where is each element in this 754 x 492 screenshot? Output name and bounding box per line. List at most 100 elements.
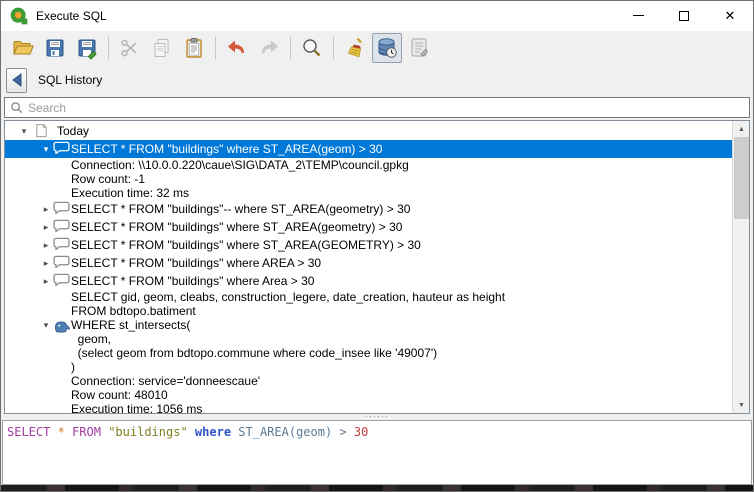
comment-icon <box>53 141 70 154</box>
cut-icon <box>118 36 142 60</box>
history-detail-row[interactable]: geom, <box>5 332 732 346</box>
toolbar-separator <box>215 37 216 59</box>
sql-token: SELECT <box>7 425 50 439</box>
sql-editor[interactable]: SELECT * FROM "buildings" where ST_AREA(… <box>2 420 752 485</box>
copy-button[interactable] <box>147 33 177 63</box>
sql-token <box>188 425 195 439</box>
comment-icon <box>53 255 70 271</box>
expander-icon[interactable]: ▸ <box>40 236 52 254</box>
search-box[interactable] <box>4 97 750 118</box>
comment-icon <box>53 237 70 253</box>
clear-icon <box>343 36 367 60</box>
sql-history-tree[interactable]: ▾Today▾SELECT * FROM "buildings" where S… <box>4 120 750 414</box>
history-detail-row[interactable]: Connection: \\10.0.0.220\caue\SIG\DATA_2… <box>5 158 732 172</box>
row-text: (select geom from bdtopo.commune where c… <box>5 346 437 360</box>
comment-icon <box>53 219 70 232</box>
expander-icon[interactable]: ▾ <box>40 318 52 332</box>
history-detail-row[interactable]: Row count: 48010 <box>5 388 732 402</box>
back-arrow-icon <box>10 72 24 88</box>
comment-icon <box>53 141 70 157</box>
expander-icon[interactable]: ▸ <box>40 254 52 272</box>
comment-icon <box>53 219 70 235</box>
expander-icon[interactable]: ▸ <box>40 218 52 236</box>
sql-token: "buildings" <box>108 425 187 439</box>
minimize-icon[interactable] <box>615 1 661 30</box>
execute-script-icon <box>407 36 431 60</box>
save-as-icon <box>75 36 99 60</box>
redo-button[interactable] <box>254 33 284 63</box>
sql-token: * <box>58 425 65 439</box>
toolbar <box>1 31 753 64</box>
comment-icon <box>53 273 70 289</box>
save-button[interactable] <box>40 33 70 63</box>
row-text: FROM bdtopo.batiment <box>5 304 196 318</box>
maximize-icon[interactable] <box>661 1 707 30</box>
sql-history-button[interactable] <box>372 33 402 63</box>
scrollbar-thumb[interactable] <box>734 137 749 219</box>
find-button[interactable] <box>297 33 327 63</box>
history-entry-row[interactable]: ▸SELECT * FROM "buildings" where ST_AREA… <box>5 218 732 236</box>
sql-token <box>347 425 354 439</box>
history-entry-row[interactable]: ▸SELECT * FROM "buildings" where AREA > … <box>5 254 732 272</box>
comment-icon <box>53 237 70 250</box>
row-text: ) <box>5 360 75 374</box>
paste-icon <box>182 36 206 60</box>
document-icon <box>34 123 51 139</box>
search-row <box>1 96 753 120</box>
history-detail-row[interactable]: Connection: service='donneescaue' <box>5 374 732 388</box>
background-window-strip <box>1 485 753 491</box>
save-as-button[interactable] <box>72 33 102 63</box>
history-detail-row[interactable]: Execution time: 32 ms <box>5 186 732 200</box>
row-text: Row count: 48010 <box>5 388 168 402</box>
paste-button[interactable] <box>179 33 209 63</box>
history-entry-row[interactable]: ▸SELECT * FROM "buildings" where Area > … <box>5 272 732 290</box>
sql-token: where <box>195 425 231 439</box>
toolbar-separator <box>108 37 109 59</box>
sql-token: > <box>339 425 346 439</box>
row-text: Connection: service='donneescaue' <box>5 374 260 388</box>
clear-button[interactable] <box>340 33 370 63</box>
history-entry-row[interactable]: ▾SELECT * FROM "buildings" where ST_AREA… <box>5 140 732 158</box>
sql-token <box>65 425 72 439</box>
window-title: Execute SQL <box>36 9 107 23</box>
comment-icon <box>53 201 70 217</box>
history-detail-row[interactable]: (select geom from bdtopo.commune where c… <box>5 346 732 360</box>
comment-icon <box>53 201 70 214</box>
toolbar-separator <box>290 37 291 59</box>
sql-token: FROM <box>72 425 101 439</box>
expander-icon[interactable]: ▾ <box>18 122 30 140</box>
toolbar-separator <box>333 37 334 59</box>
comment-icon <box>53 255 70 268</box>
scroll-up-icon[interactable]: ▲ <box>733 121 750 137</box>
history-detail-row[interactable]: ▾WHERE st_intersects( <box>5 318 732 332</box>
undo-button[interactable] <box>222 33 252 63</box>
panel-header: SQL History <box>1 64 753 96</box>
close-icon[interactable]: ✕ <box>707 1 753 30</box>
history-detail-row[interactable]: SELECT gid, geom, cleabs, construction_l… <box>5 290 732 304</box>
history-detail-row[interactable]: Row count: -1 <box>5 172 732 186</box>
search-input[interactable] <box>28 99 749 116</box>
sql-token: 30 <box>354 425 368 439</box>
row-text: Connection: \\10.0.0.220\caue\SIG\DATA_2… <box>5 158 409 172</box>
expander-icon[interactable]: ▸ <box>40 272 52 290</box>
expander-icon[interactable]: ▸ <box>40 200 52 218</box>
open-file-icon <box>11 36 35 60</box>
open-file-button[interactable] <box>8 33 38 63</box>
history-entry-row[interactable]: ▸SELECT * FROM "buildings"-- where ST_AR… <box>5 200 732 218</box>
history-detail-row[interactable]: FROM bdtopo.batiment <box>5 304 732 318</box>
history-group-row[interactable]: ▾Today <box>5 122 732 140</box>
back-button[interactable] <box>6 68 27 93</box>
qgis-logo-icon <box>9 6 29 26</box>
cut-button[interactable] <box>115 33 145 63</box>
redo-icon <box>257 36 281 60</box>
titlebar[interactable]: Execute SQL ✕ <box>1 1 753 31</box>
history-entry-row[interactable]: ▸SELECT * FROM "buildings" where ST_AREA… <box>5 236 732 254</box>
vertical-scrollbar[interactable]: ▲ ▼ <box>732 121 749 413</box>
expander-icon[interactable]: ▾ <box>40 140 52 158</box>
copy-icon <box>150 36 174 60</box>
sql-history-icon <box>375 36 399 60</box>
history-detail-row[interactable]: ) <box>5 360 732 374</box>
scroll-down-icon[interactable]: ▼ <box>733 397 750 413</box>
row-text: Execution time: 32 ms <box>5 186 189 200</box>
execute-script-button[interactable] <box>404 33 434 63</box>
